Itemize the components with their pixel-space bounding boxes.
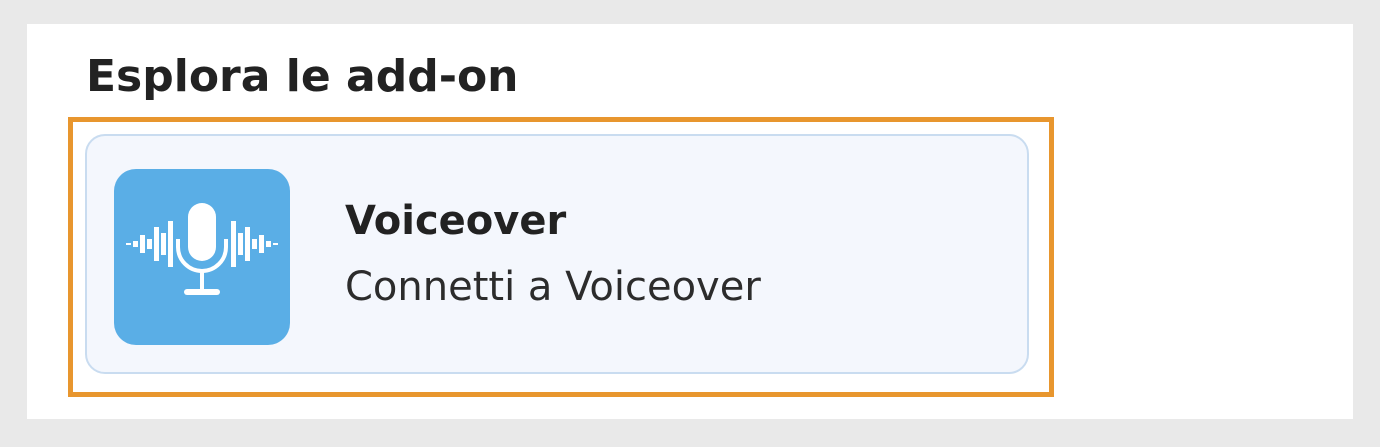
section-title: Esplora le add-on [86,51,519,102]
highlight-frame: Voiceover Connetti a Voiceover [68,117,1054,397]
addon-description: Connetti a Voiceover [345,264,761,310]
addon-name: Voiceover [345,198,567,244]
voiceover-addon-card[interactable]: Voiceover Connetti a Voiceover [85,134,1029,374]
microphone-waveform-icon [114,169,290,345]
addons-panel: Esplora le add-on Voiceover Connetti a V… [27,24,1353,419]
